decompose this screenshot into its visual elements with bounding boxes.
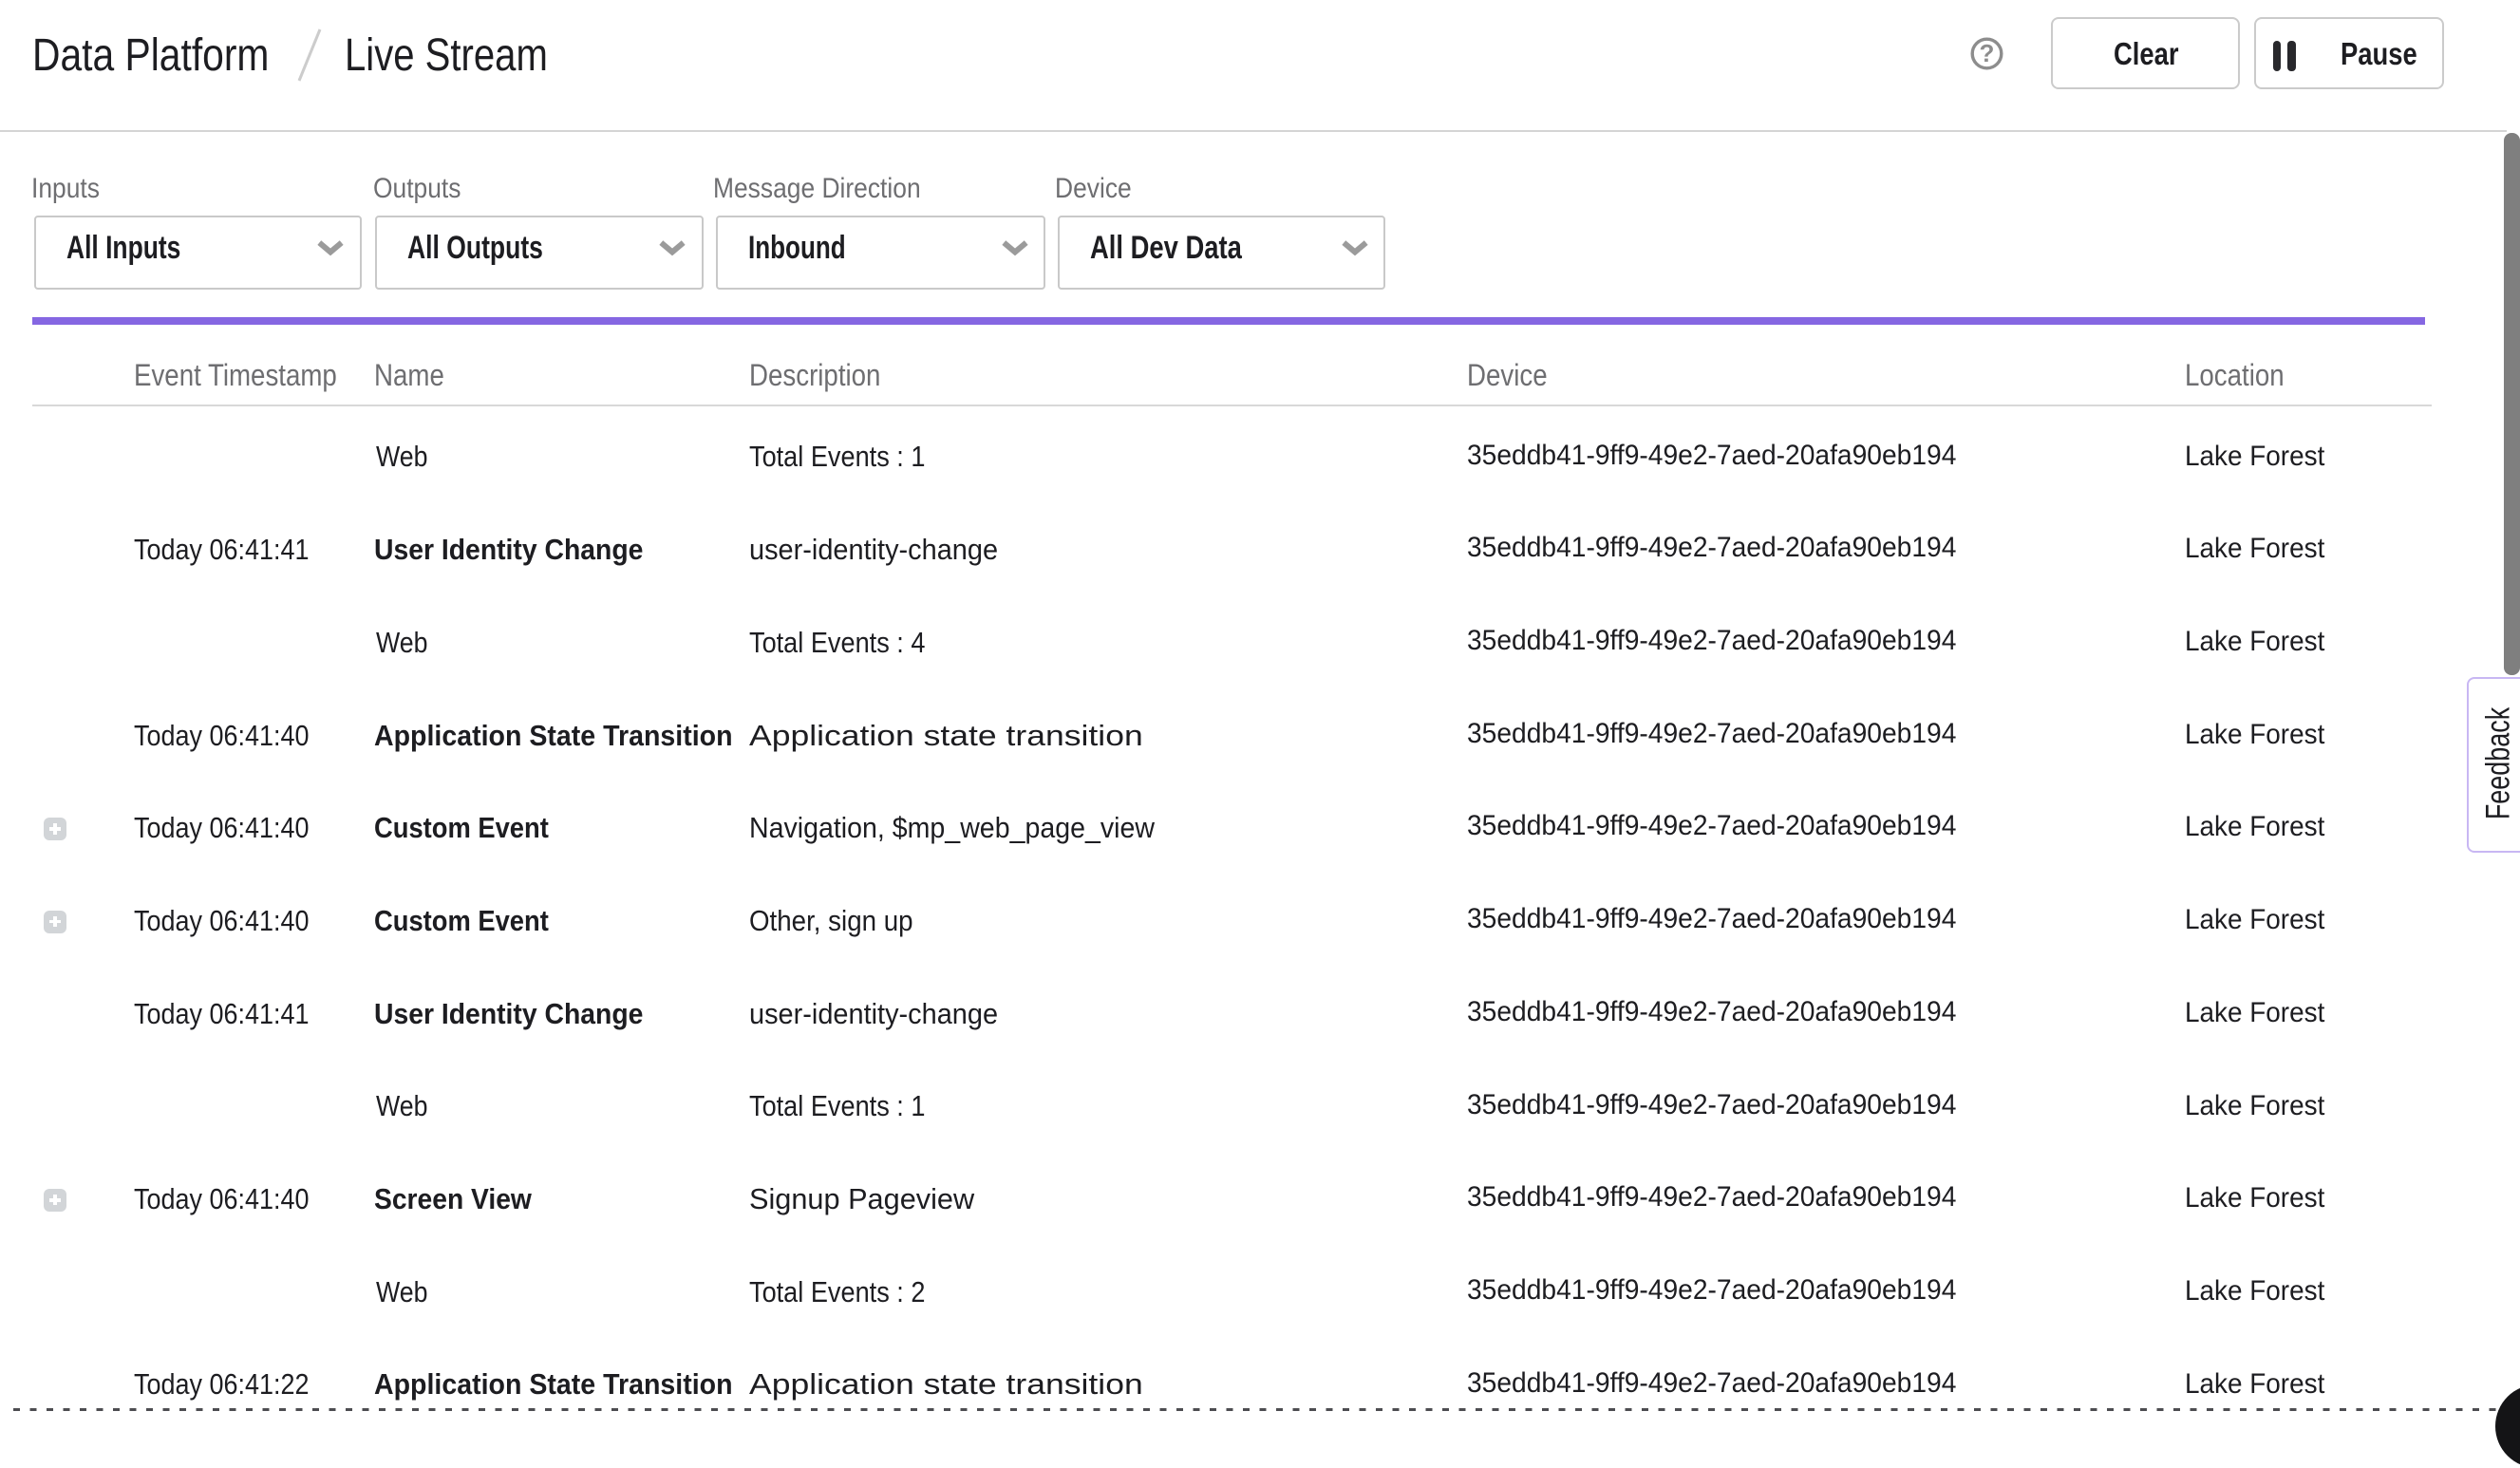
svg-text:?: ? xyxy=(1980,39,1995,67)
